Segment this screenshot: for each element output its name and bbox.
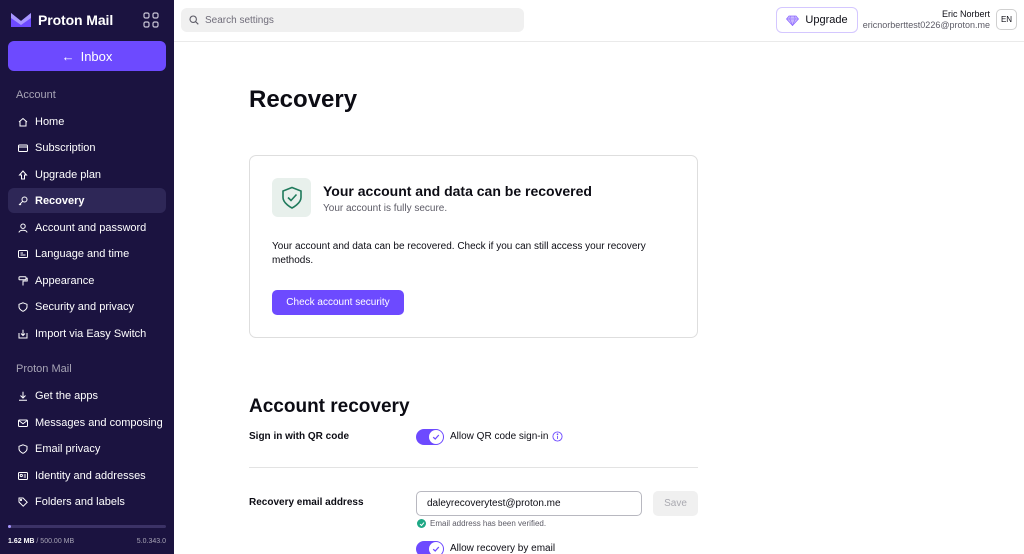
- sidebar-item-label: Recovery: [35, 194, 85, 207]
- sidebar-item-label: Home: [35, 115, 65, 128]
- sidebar-item-import-via-easy-switch[interactable]: Import via Easy Switch: [8, 321, 166, 346]
- tag-icon: [18, 497, 28, 507]
- recovery-status-card: Your account and data can be recovered Y…: [249, 155, 698, 338]
- section-label-proton-mail: Proton Mail: [16, 363, 72, 375]
- sidebar-item-label: Email privacy: [35, 442, 101, 455]
- sidebar-item-security-and-privacy[interactable]: Security and privacy: [8, 294, 166, 319]
- recovery-email-label: Recovery email address: [249, 497, 364, 508]
- paint-roller-icon: [18, 275, 28, 285]
- sidebar-item-appearance[interactable]: Appearance: [8, 268, 166, 293]
- sidebar-item-label: Appearance: [35, 274, 95, 287]
- app-version: 5.0.343.0: [136, 538, 166, 545]
- page-title: Recovery: [249, 86, 358, 113]
- sidebar-item-folders-and-labels[interactable]: Folders and labels: [8, 489, 166, 514]
- sidebar-item-subscription[interactable]: Subscription: [8, 135, 166, 160]
- storage-progress-fill: [8, 525, 12, 528]
- section-divider: [249, 467, 698, 468]
- search-icon: [189, 15, 199, 25]
- section-label-account: Account: [16, 89, 56, 101]
- proton-mail-logo-icon: [11, 13, 31, 27]
- sidebar-item-home[interactable]: Home: [8, 109, 166, 134]
- sidebar-item-label: Folders and labels: [35, 495, 125, 508]
- shield-icon: [18, 301, 28, 312]
- download-icon: [19, 391, 27, 401]
- qr-toggle-label: Allow QR code sign-in: [450, 431, 563, 442]
- upgrade-icon: [18, 169, 28, 179]
- brand-name: Proton Mail: [38, 12, 114, 28]
- storage-total: / 500.00 MB: [36, 538, 75, 545]
- sidebar-item-label: Import via Easy Switch: [35, 327, 147, 340]
- user-email: ericnorberttest0226@proton.me: [862, 20, 990, 30]
- qr-toggle-text: Allow QR code sign-in: [450, 431, 549, 442]
- toggle-knob: [429, 430, 443, 444]
- sidebar-item-identity-and-addresses[interactable]: Identity and addresses: [8, 463, 166, 488]
- sidebar-item-recovery[interactable]: Recovery: [8, 188, 166, 213]
- recovery-by-email-label: Allow recovery by email: [450, 543, 555, 554]
- toggle-knob: [429, 542, 443, 554]
- back-to-inbox-button[interactable]: ← Inbox: [8, 41, 166, 71]
- sidebar-item-label: Upgrade plan: [35, 168, 102, 181]
- info-icon[interactable]: [552, 431, 563, 442]
- apps-grid-icon[interactable]: [143, 12, 159, 28]
- shield-icon: [18, 443, 28, 454]
- check-account-security-button[interactable]: Check account security: [272, 290, 404, 315]
- sidebar-item-messages-and-composing[interactable]: Messages and composing: [8, 410, 166, 435]
- search-input[interactable]: [205, 14, 505, 26]
- sidebar-item-label: Get the apps: [35, 389, 98, 402]
- sidebar: Proton Mail ← Inbox Account Home Subscri…: [0, 0, 174, 554]
- user-icon: [18, 223, 28, 233]
- upgrade-button[interactable]: Upgrade: [776, 7, 858, 33]
- recovery-by-email-text: Allow recovery by email: [450, 543, 556, 554]
- language-button[interactable]: EN: [996, 9, 1017, 30]
- checkmark-icon: [432, 434, 440, 440]
- sidebar-item-language-and-time[interactable]: Language and time: [8, 241, 166, 266]
- sidebar-item-email-privacy[interactable]: Email privacy: [8, 436, 166, 461]
- status-subtitle: Your account is fully secure.: [323, 203, 448, 214]
- arrow-left-icon: ←: [61, 48, 75, 64]
- diamond-icon: [786, 15, 800, 26]
- import-icon: [18, 329, 28, 338]
- key-icon: [18, 196, 28, 205]
- sidebar-item-label: Identity and addresses: [35, 469, 146, 482]
- checkmark-icon: [432, 546, 440, 552]
- verified-text: Email address has been verified.: [430, 519, 547, 528]
- sidebar-item-label: Messages and composing: [35, 416, 163, 429]
- sidebar-item-get-the-apps[interactable]: Get the apps: [8, 383, 166, 408]
- storage-used: 1.62 MB: [8, 538, 35, 545]
- brand-logo[interactable]: Proton Mail: [10, 10, 113, 30]
- search-box[interactable]: [181, 8, 524, 32]
- recovery-by-email-toggle[interactable]: [416, 541, 444, 554]
- storage-progress-bar: [8, 525, 166, 528]
- sidebar-item-label: Account and password: [35, 221, 147, 234]
- upgrade-button-label: Upgrade: [805, 14, 848, 26]
- status-description: Your account and data can be recovered. …: [272, 241, 646, 266]
- top-bar: Upgrade Eric Norbert ericnorberttest0226…: [174, 0, 1024, 42]
- qr-sign-in-toggle[interactable]: [416, 429, 444, 445]
- status-title: Your account and data can be recovered: [323, 183, 592, 199]
- language-icon: [18, 249, 28, 258]
- email-verified-status: Email address has been verified.: [417, 519, 546, 528]
- user-name: Eric Norbert: [941, 9, 990, 19]
- shield-check-badge: [272, 178, 311, 217]
- recovery-email-input[interactable]: [416, 491, 642, 516]
- save-button[interactable]: Save: [653, 491, 698, 516]
- user-menu[interactable]: Eric Norbert ericnorberttest0226@proton.…: [863, 9, 990, 30]
- verified-check-icon: [417, 519, 426, 528]
- sidebar-item-label: Language and time: [35, 247, 130, 260]
- shield-check-icon: [281, 186, 302, 209]
- home-icon: [18, 117, 28, 126]
- qr-sign-in-label: Sign in with QR code: [249, 431, 349, 442]
- credit-card-icon: [18, 144, 28, 152]
- sidebar-item-label: Security and privacy: [35, 300, 135, 313]
- sidebar-item-account-and-password[interactable]: Account and password: [8, 215, 166, 240]
- storage-usage-text: 1.62 MB / 500.00 MB: [8, 538, 74, 545]
- envelope-icon: [18, 419, 28, 427]
- inbox-button-label: Inbox: [80, 48, 113, 64]
- card-identity-icon: [18, 471, 28, 480]
- sidebar-item-upgrade-plan[interactable]: Upgrade plan: [8, 162, 166, 187]
- account-recovery-heading: Account recovery: [249, 396, 410, 417]
- sidebar-item-label: Subscription: [35, 141, 96, 154]
